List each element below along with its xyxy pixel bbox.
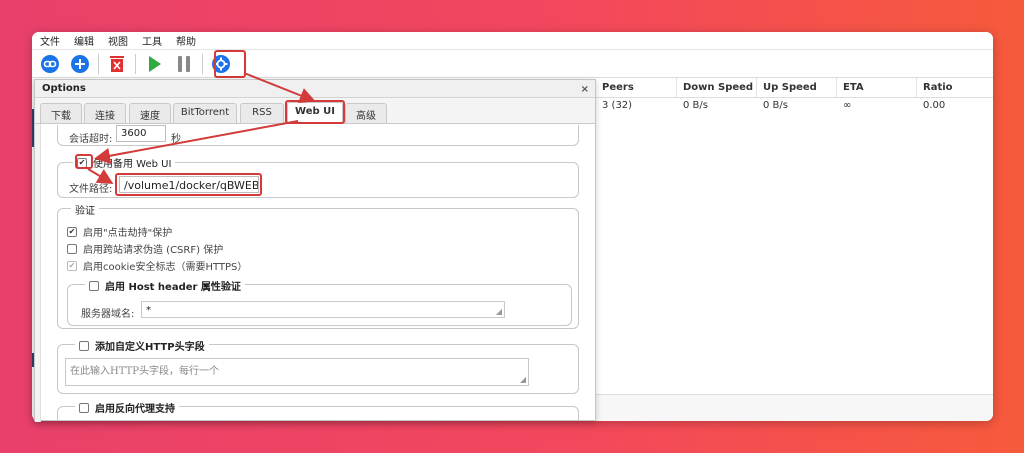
column-eta[interactable]: ETA — [837, 78, 917, 97]
menu-help[interactable]: 帮助 — [176, 33, 196, 48]
alt-webui-legend: ✔ 使用备用 Web UI — [73, 155, 176, 170]
menu-view[interactable]: 视图 — [108, 33, 128, 48]
reverse-proxy-checkbox[interactable] — [79, 402, 89, 413]
toolbar-separator — [135, 53, 136, 74]
cookie-checkbox[interactable]: ✔ — [67, 260, 77, 271]
link-icon — [41, 54, 59, 73]
add-torrent-button[interactable] — [68, 52, 92, 76]
tab-speed[interactable]: 速度 — [129, 103, 171, 123]
cookie-row: ✔ 启用cookie安全标志（需要HTTPS） — [67, 258, 248, 273]
delete-button[interactable] — [105, 52, 129, 76]
column-ratio[interactable]: Ratio — [917, 78, 993, 97]
host-header-legend: 启用 Host header 属性验证 — [85, 278, 245, 293]
tab-advanced[interactable]: 高级 — [345, 103, 387, 123]
custom-headers-input[interactable]: 在此输入HTTP头字段，每行一个 ◢ — [65, 358, 529, 386]
server-domain-value: * — [146, 305, 151, 316]
custom-headers-placeholder: 在此输入HTTP头字段，每行一个 — [70, 366, 219, 377]
cell-down-speed: 0 B/s — [683, 100, 708, 111]
tab-connection[interactable]: 连接 — [84, 103, 126, 123]
clickjacking-label: 启用"点击劫持"保护 — [83, 228, 173, 239]
tab-webui[interactable]: Web UI — [287, 102, 343, 124]
file-path-label: 文件路径: — [69, 184, 113, 195]
cell-eta: ∞ — [843, 100, 852, 111]
plus-icon — [71, 54, 89, 73]
server-domain-label: 服务器域名: — [81, 309, 135, 320]
session-timeout-unit: 秒 — [171, 134, 181, 145]
options-dialog: Options × 下载 连接 速度 BitTorrent RSS Web UI… — [34, 79, 596, 422]
close-icon[interactable]: × — [581, 84, 589, 95]
clickjacking-checkbox[interactable]: ✔ — [67, 226, 77, 237]
cell-ratio: 0.00 — [923, 100, 946, 111]
torrent-list-header: Peers Down Speed Up Speed ETA Ratio — [596, 78, 993, 98]
resize-handle-icon[interactable]: ◢ — [520, 375, 526, 384]
tab-rss[interactable]: RSS — [240, 103, 284, 123]
reverse-proxy-label: 启用反向代理支持 — [95, 404, 175, 415]
torrent-list: Peers Down Speed Up Speed ETA Ratio 3 (3… — [596, 78, 993, 421]
reverse-proxy-legend: 启用反向代理支持 — [75, 400, 179, 415]
webui-settings: 会话超时: 3600 秒 ✔ 使用备用 Web UI 文件路径: /volume… — [35, 125, 595, 421]
cookie-label: 启用cookie安全标志（需要HTTPS） — [83, 262, 248, 273]
session-timeout-input[interactable]: 3600 — [116, 125, 166, 142]
custom-headers-legend: 添加自定义HTTP头字段 — [75, 338, 209, 353]
options-tabs: 下载 连接 速度 BitTorrent RSS Web UI 高级 — [35, 98, 595, 124]
csrf-row: 启用跨站请求伪造 (CSRF) 保护 — [67, 241, 224, 256]
host-header-checkbox[interactable] — [89, 280, 99, 291]
alt-webui-label: 使用备用 Web UI — [93, 159, 172, 170]
file-path-input[interactable]: /volume1/docker/qBWEBUI — [119, 176, 259, 193]
auth-legend-text: 验证 — [75, 206, 95, 217]
clickjacking-row: ✔ 启用"点击劫持"保护 — [67, 224, 173, 239]
add-link-button[interactable] — [38, 52, 62, 76]
cell-up-speed: 0 B/s — [763, 100, 788, 111]
auth-legend: 验证 — [71, 202, 99, 217]
options-button[interactable] — [209, 52, 233, 76]
server-domain-input[interactable]: * ◢ — [141, 301, 505, 318]
dialog-title: Options × — [35, 80, 595, 98]
tab-downloads[interactable]: 下载 — [40, 103, 82, 123]
dialog-title-text: Options — [42, 83, 86, 94]
menu-file[interactable]: 文件 — [40, 33, 60, 48]
menu-tools[interactable]: 工具 — [142, 33, 162, 48]
gear-icon — [212, 54, 230, 73]
menu-edit[interactable]: 编辑 — [74, 33, 94, 48]
column-peers[interactable]: Peers — [596, 78, 677, 97]
column-down-speed[interactable]: Down Speed — [677, 78, 757, 97]
cell-peers: 3 (32) — [602, 100, 633, 111]
custom-headers-checkbox[interactable] — [79, 340, 89, 351]
pause-button[interactable] — [172, 52, 196, 76]
table-row[interactable]: 3 (32) 0 B/s 0 B/s ∞ 0.00 — [596, 98, 993, 112]
custom-headers-label: 添加自定义HTTP头字段 — [95, 342, 205, 353]
delete-icon — [110, 55, 124, 72]
resize-handle-icon[interactable]: ◢ — [496, 307, 502, 316]
toolbar — [32, 49, 993, 78]
host-header-label: 启用 Host header 属性验证 — [105, 282, 241, 293]
toolbar-separator — [202, 53, 203, 74]
alt-webui-checkbox[interactable]: ✔ — [77, 157, 87, 168]
toolbar-separator — [98, 53, 99, 74]
csrf-checkbox[interactable] — [67, 243, 77, 254]
tab-bittorrent[interactable]: BitTorrent — [173, 103, 237, 123]
properties-panel — [596, 394, 993, 421]
csrf-label: 启用跨站请求伪造 (CSRF) 保护 — [83, 245, 224, 256]
column-up-speed[interactable]: Up Speed — [757, 78, 837, 97]
play-icon — [149, 55, 161, 72]
menu-bar: 文件 编辑 视图 工具 帮助 — [32, 32, 993, 49]
session-timeout-label: 会话超时: — [69, 134, 113, 145]
pause-icon — [178, 55, 190, 72]
resume-button[interactable] — [142, 52, 166, 76]
